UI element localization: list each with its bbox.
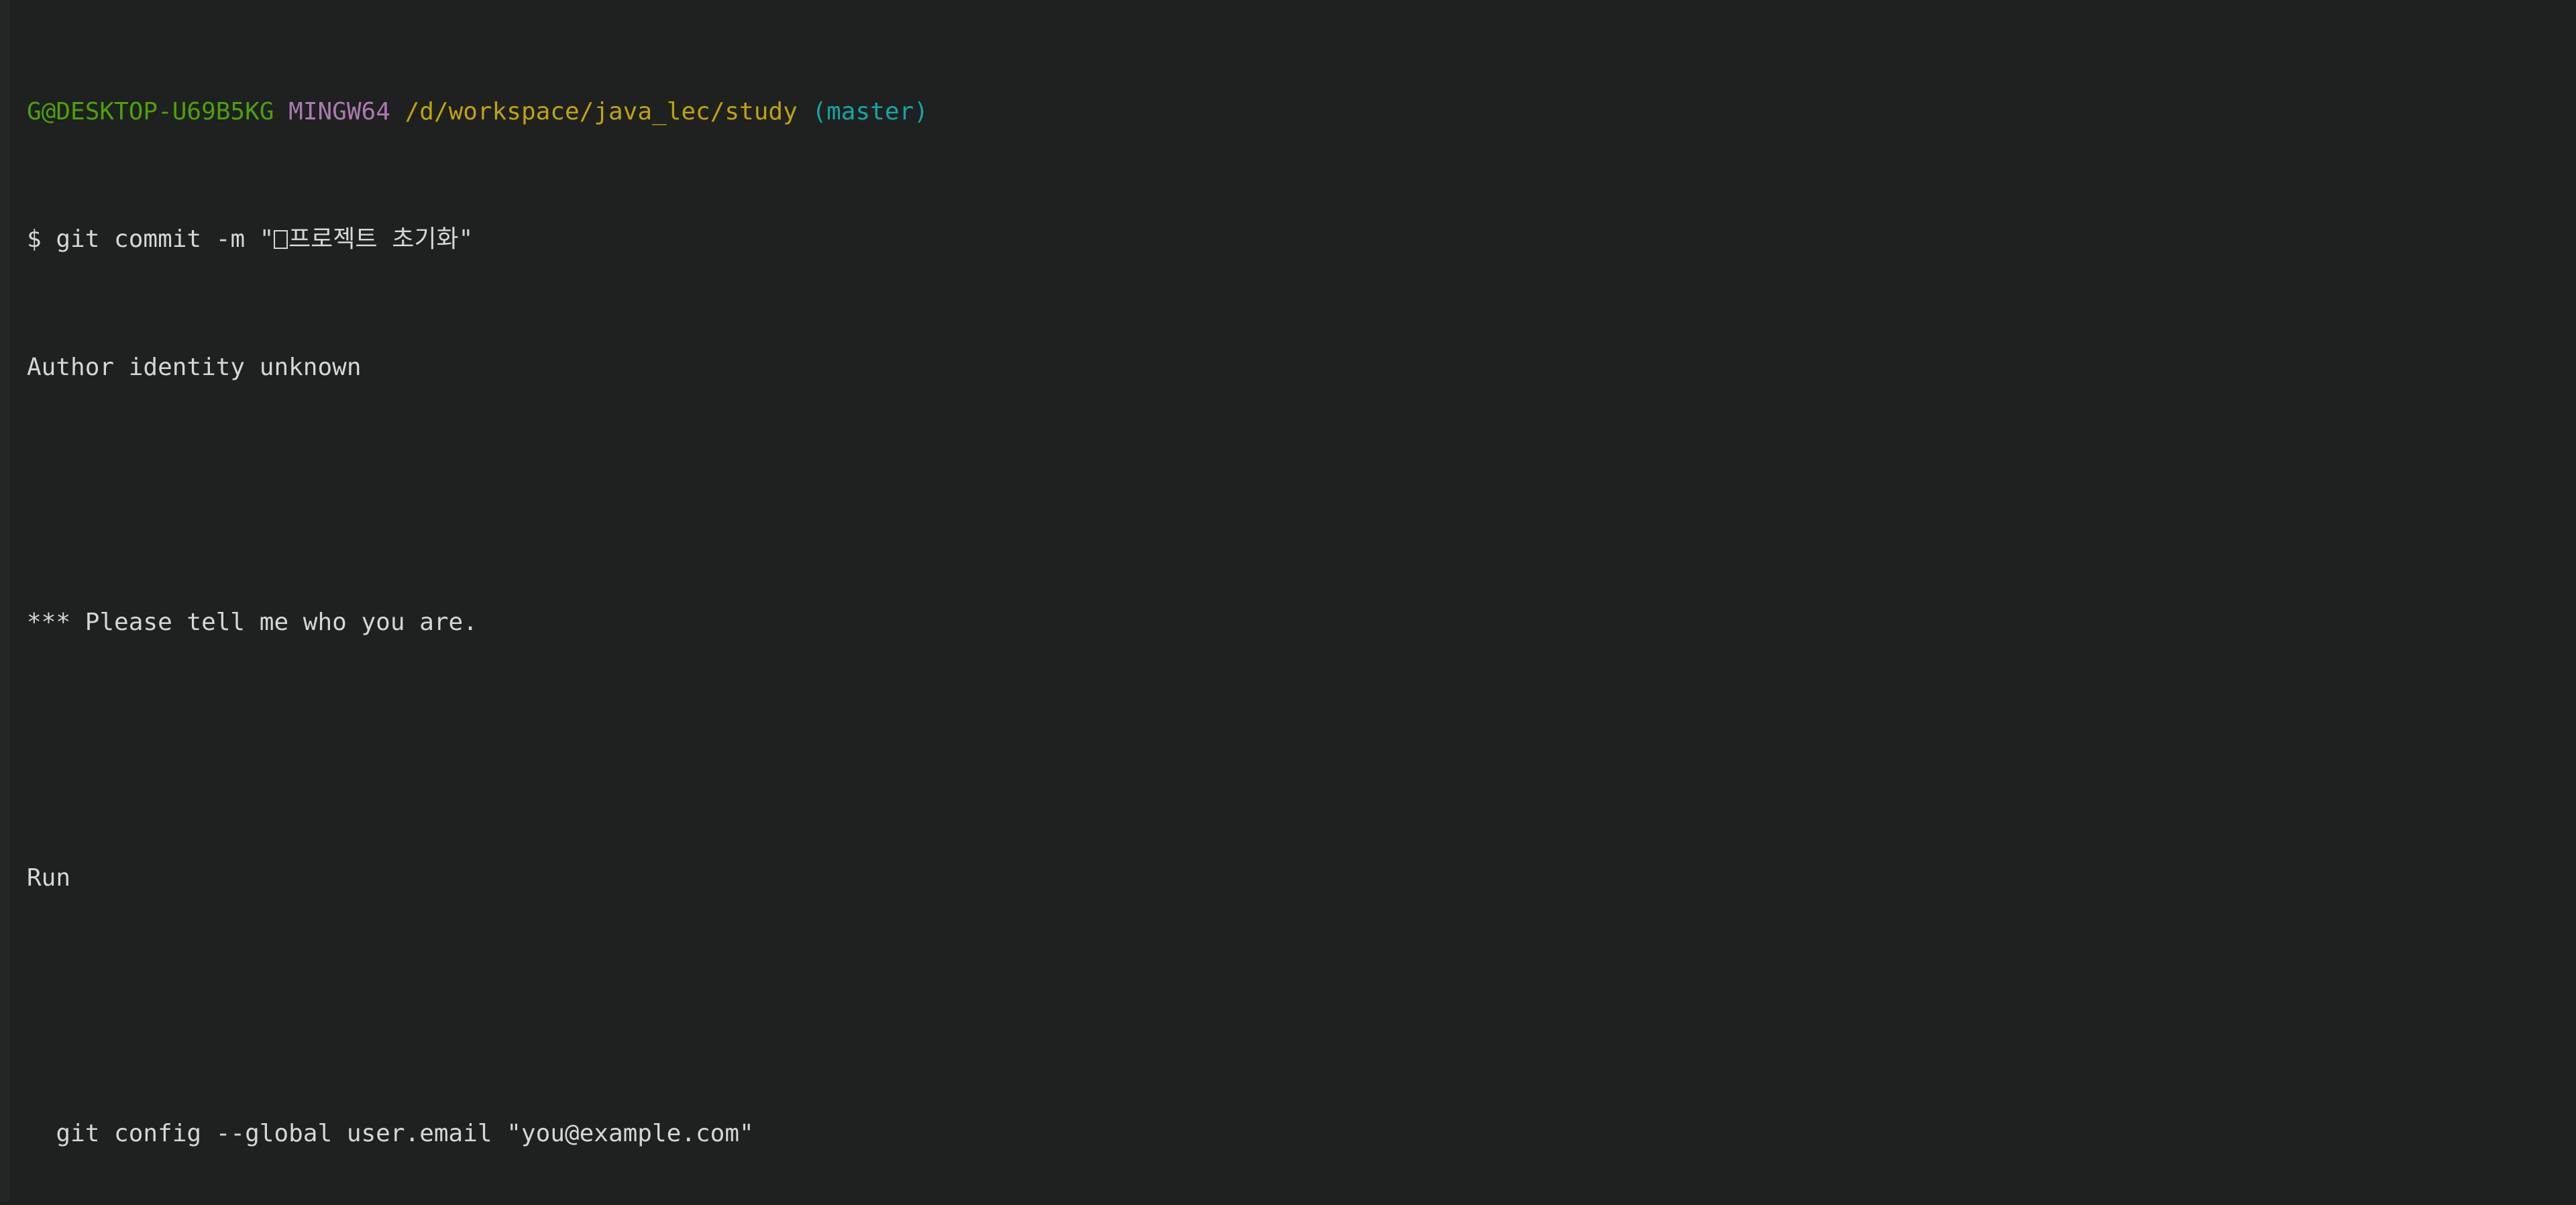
missing-glyph-box-icon: [274, 229, 288, 250]
output-line-run: Run: [27, 864, 71, 892]
command-line: $ git commit -m " 프로젝트 초기화": [27, 223, 2576, 256]
prompt-space-2: [390, 98, 405, 125]
prompt-space-3: [798, 98, 812, 125]
prompt-path: /d/workspace/java_lec/study: [405, 97, 798, 125]
output-blank-line-2: [27, 735, 2576, 767]
output-line-please-tell: *** Please tell me who you are.: [27, 609, 478, 637]
command-message: 프로젝트 초기화: [288, 225, 459, 254]
command-text: git commit -m ": [56, 225, 274, 254]
prompt-line: G@DESKTOP-U69B5KG MINGW64 /d/workspace/j…: [27, 96, 2576, 128]
command-sigil: $: [27, 225, 56, 254]
prompt-user-host: G@DESKTOP-U69B5KG: [27, 97, 274, 125]
terminal-window[interactable]: G@DESKTOP-U69B5KG MINGW64 /d/workspace/j…: [0, 0, 2576, 1205]
prompt-branch: (master): [812, 97, 928, 125]
prompt-shell: MINGW64: [288, 97, 390, 125]
terminal-output-area[interactable]: G@DESKTOP-U69B5KG MINGW64 /d/workspace/j…: [27, 0, 2576, 1205]
prompt-space-1: [274, 98, 288, 125]
output-line-config-email: git config --global user.email "you@exam…: [27, 1119, 754, 1147]
command-closing-quote: ": [458, 225, 474, 254]
output-blank-line-1: [27, 479, 2576, 511]
output-line-author: Author identity unknown: [27, 353, 362, 381]
output-blank-line-3: [27, 990, 2576, 1022]
terminal-scrollbar-gutter[interactable]: [0, 0, 9, 1201]
